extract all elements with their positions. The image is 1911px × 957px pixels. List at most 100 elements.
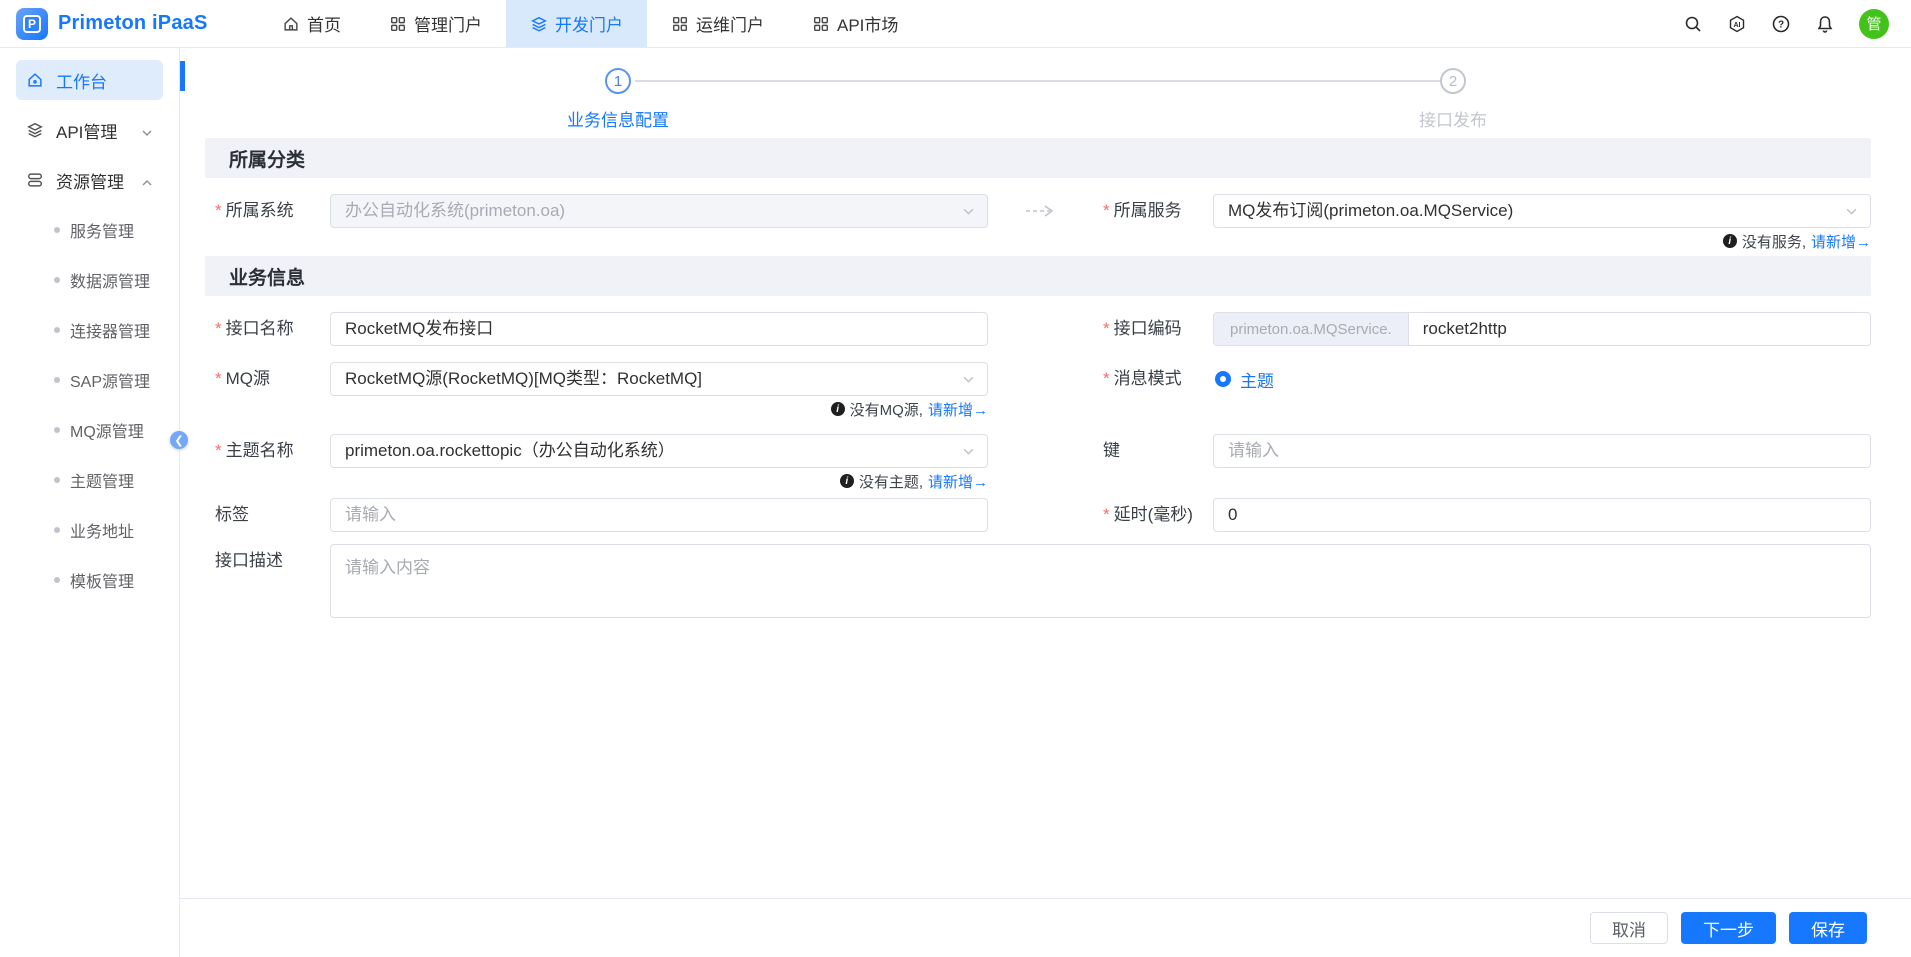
nav-item-label: 首页 <box>307 11 341 36</box>
navbar-actions: AI ? 管 <box>1683 0 1911 47</box>
topic-name-select-value: primeton.oa.rockettopic（办公自动化系统） <box>331 435 962 467</box>
grid-icon <box>389 15 407 33</box>
chevron-down-icon <box>141 124 153 136</box>
sidebar-subitem-label: 业务地址 <box>70 518 134 542</box>
nav-item-api-market[interactable]: API市场 <box>788 0 922 47</box>
sidebar-item-label: 资源管理 <box>56 168 124 193</box>
key-input[interactable] <box>1214 435 1870 467</box>
grid-icon <box>671 15 689 33</box>
chevron-down-icon <box>962 205 987 218</box>
field-label-interface-name: 接口名称 <box>205 312 330 346</box>
action-bar: 取消 下一步 保存 <box>180 898 1911 957</box>
delay-input[interactable] <box>1214 499 1870 531</box>
sidebar-item-service-mgmt[interactable]: 服务管理 <box>0 210 179 250</box>
step-2-circle: 2 <box>1440 68 1466 94</box>
field-label-interface-code: 接口编码 <box>1093 312 1213 346</box>
bullet-icon <box>54 227 60 233</box>
sidebar-subitem-label: 连接器管理 <box>70 318 150 342</box>
interface-code-input[interactable] <box>1409 313 1870 345</box>
sidebar-collapse-button[interactable]: ❮ <box>170 431 188 449</box>
sidebar-item-label: API管理 <box>56 118 117 143</box>
step-1-label: 业务信息配置 <box>567 106 669 131</box>
sidebar-subitem-label: 模板管理 <box>70 568 134 592</box>
bell-icon[interactable] <box>1815 14 1835 34</box>
database-icon <box>26 171 44 189</box>
sidebar-item-mq-mgmt[interactable]: MQ源管理 <box>0 410 179 450</box>
sidebar-subitem-label: 服务管理 <box>70 218 134 242</box>
bullet-icon <box>54 277 60 283</box>
main-content: 1 2 业务信息配置 接口发布 所属分类 所属系统 办公自动化系统(primet… <box>180 48 1911 957</box>
stepper: 1 2 业务信息配置 接口发布 <box>180 60 1911 134</box>
sidebar-item-api-mgmt[interactable]: API管理 <box>16 110 163 150</box>
service-select[interactable]: MQ发布订阅(primeton.oa.MQService) <box>1213 194 1871 228</box>
tag-input[interactable] <box>331 499 987 531</box>
brand[interactable]: P Primeton iPaaS <box>0 0 250 47</box>
bullet-icon <box>54 377 60 383</box>
nav-item-ops-portal[interactable]: 运维门户 <box>647 0 788 47</box>
search-icon[interactable] <box>1683 14 1703 34</box>
radio-label: 主题 <box>1240 367 1274 392</box>
sidebar-subitem-label: 主题管理 <box>70 468 134 492</box>
svg-text:AI: AI <box>1734 22 1741 29</box>
radio-selected-icon <box>1215 371 1231 387</box>
next-step-button[interactable]: 下一步 <box>1681 912 1776 944</box>
nav-item-admin-portal[interactable]: 管理门户 <box>365 0 506 47</box>
field-label-key: 键 <box>1093 434 1213 468</box>
service-add-link[interactable]: 请新增→ <box>1811 231 1871 252</box>
save-button[interactable]: 保存 <box>1789 912 1867 944</box>
sidebar-item-topic-mgmt[interactable]: 主题管理 <box>0 460 179 500</box>
help-icon[interactable]: ? <box>1771 14 1791 34</box>
interface-code-prefix: primeton.oa.MQService. <box>1214 313 1409 345</box>
system-select[interactable]: 办公自动化系统(primeton.oa) <box>330 194 988 228</box>
accent-bar <box>180 61 185 91</box>
field-label-topic-name: 主题名称 <box>205 434 330 468</box>
sidebar-item-business-address[interactable]: 业务地址 <box>0 510 179 550</box>
mq-source-select[interactable]: RocketMQ源(RocketMQ)[MQ类型：RocketMQ] <box>330 362 988 396</box>
nav-item-label: 管理门户 <box>414 11 482 36</box>
ai-icon[interactable]: AI <box>1727 14 1747 34</box>
step-connector <box>635 80 1440 82</box>
sidebar-item-connector-mgmt[interactable]: 连接器管理 <box>0 310 179 350</box>
chevron-down-icon <box>962 373 987 386</box>
cancel-button[interactable]: 取消 <box>1590 912 1668 944</box>
mq-source-hint-text: 没有MQ源, <box>850 399 923 420</box>
topic-hint-text: 没有主题, <box>859 471 923 492</box>
mapping-arrow-icon <box>988 194 1093 228</box>
app-window: P Primeton iPaaS 首页 管理门户 开发门户 运维门户 A <box>0 0 1911 957</box>
sidebar-item-sap-mgmt[interactable]: SAP源管理 <box>0 360 179 400</box>
sidebar-item-datasource-mgmt[interactable]: 数据源管理 <box>0 260 179 300</box>
nav-item-home[interactable]: 首页 <box>258 0 365 47</box>
brand-name: Primeton iPaaS <box>58 12 208 35</box>
nav-item-label: API市场 <box>837 11 898 36</box>
chevron-down-icon <box>962 445 987 458</box>
top-navbar: P Primeton iPaaS 首页 管理门户 开发门户 运维门户 A <box>0 0 1911 48</box>
mq-source-select-value: RocketMQ源(RocketMQ)[MQ类型：RocketMQ] <box>331 363 962 395</box>
sidebar-item-workbench[interactable]: 工作台 <box>16 60 163 100</box>
sidebar-item-resource-mgmt[interactable]: 资源管理 <box>16 160 163 200</box>
sidebar-subitem-label: 数据源管理 <box>70 268 150 292</box>
interface-name-input[interactable] <box>331 313 987 345</box>
topic-name-select[interactable]: primeton.oa.rockettopic（办公自动化系统） <box>330 434 988 468</box>
grid-icon <box>812 15 830 33</box>
sidebar-subitem-label: SAP源管理 <box>70 368 150 392</box>
sidebar-item-template-mgmt[interactable]: 模板管理 <box>0 560 179 600</box>
field-label-message-mode: 消息模式 <box>1093 362 1213 396</box>
chevron-up-icon <box>141 174 153 186</box>
topic-add-link[interactable]: 请新增→ <box>928 471 988 492</box>
nav-item-dev-portal[interactable]: 开发门户 <box>506 0 647 47</box>
step-2-label: 接口发布 <box>1419 106 1487 131</box>
sidebar-subitem-label: MQ源管理 <box>70 418 144 442</box>
description-textarea[interactable] <box>330 544 1871 618</box>
field-label-description: 接口描述 <box>205 544 330 578</box>
user-avatar[interactable]: 管 <box>1859 9 1889 39</box>
chevron-down-icon <box>1845 205 1870 218</box>
mq-source-add-link[interactable]: 请新增→ <box>928 399 988 420</box>
field-label-system: 所属系统 <box>205 194 330 228</box>
sidebar-item-label: 工作台 <box>56 68 107 93</box>
field-label-tag: 标签 <box>205 498 330 532</box>
system-select-value: 办公自动化系统(primeton.oa) <box>331 195 962 227</box>
svg-text:?: ? <box>1778 19 1784 30</box>
home-icon <box>26 71 44 89</box>
bullet-icon <box>54 527 60 533</box>
message-mode-radio-topic[interactable]: 主题 <box>1213 362 1871 396</box>
